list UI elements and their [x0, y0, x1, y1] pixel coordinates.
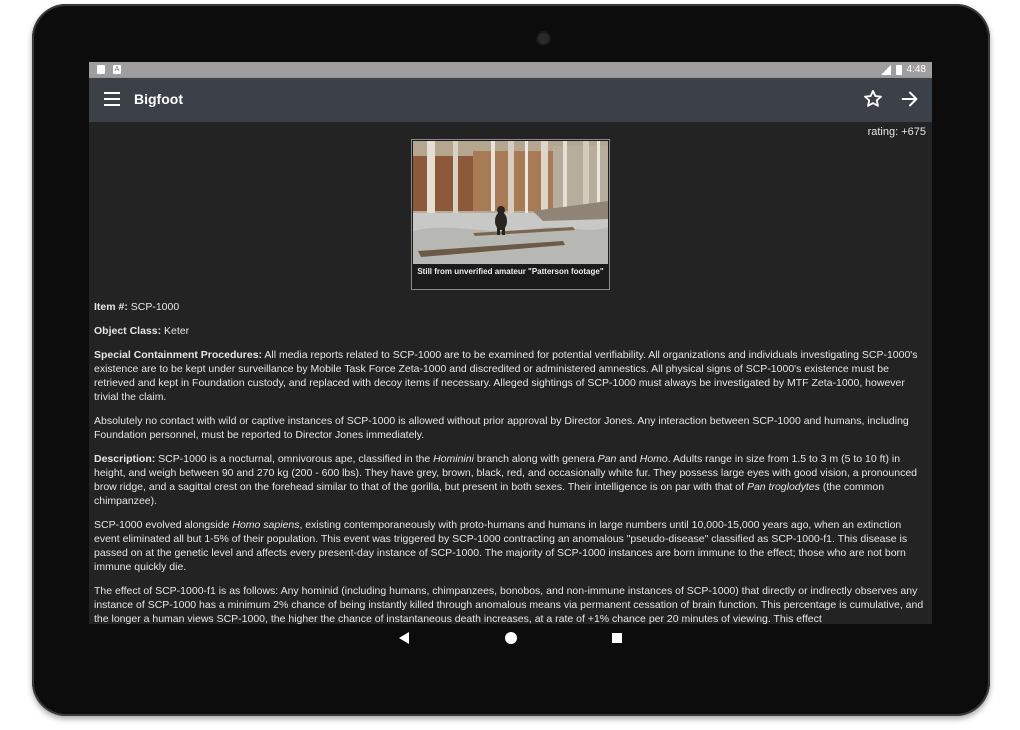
- device-screen: A 4:48 Bigfoot rating: +675 Still from u…: [89, 62, 932, 624]
- containment-procedures: Special Containment Procedures: All medi…: [94, 348, 927, 404]
- signal-icon: [880, 64, 891, 75]
- hominini-term: Hominini: [433, 453, 474, 465]
- object-class: Object Class: Keter: [94, 324, 927, 338]
- evolution-paragraph: SCP-1000 evolved alongside Homo sapiens,…: [94, 518, 927, 574]
- status-time: 4:48: [906, 64, 926, 75]
- nav-recents-icon[interactable]: [612, 633, 622, 643]
- front-camera: [538, 33, 549, 44]
- figure-caption: Still from unverified amateur "Patterson…: [417, 267, 604, 276]
- page-title: Bigfoot: [134, 91, 183, 107]
- article-figure: Still from unverified amateur "Patterson…: [411, 139, 610, 290]
- description-text-2: branch along with genera: [473, 453, 598, 465]
- app-bar: Bigfoot: [89, 78, 932, 122]
- item-number-value: SCP-1000: [127, 301, 180, 313]
- containment-label: Special Containment Procedures:: [94, 349, 263, 361]
- status-bar: A 4:48: [89, 62, 932, 78]
- homo-sapiens-term: Homo sapiens: [232, 519, 300, 531]
- object-class-label: Object Class:: [94, 325, 162, 337]
- pan-term: Pan: [597, 453, 617, 465]
- star-outline-icon[interactable]: [862, 88, 884, 110]
- rating-label: rating: +675: [867, 126, 926, 138]
- description-text-3: and: [616, 453, 640, 465]
- system-nav-bar: [89, 624, 932, 654]
- item-number: Item #: SCP-1000: [94, 300, 927, 314]
- bigfoot-photo[interactable]: [413, 141, 608, 264]
- menu-icon[interactable]: [104, 92, 120, 106]
- article-content[interactable]: rating: +675 Still from unverified amate…: [89, 122, 932, 624]
- item-number-label: Item #:: [94, 301, 128, 313]
- contact-paragraph: Absolutely no contact with wild or capti…: [94, 415, 909, 441]
- nav-back-icon[interactable]: [399, 632, 409, 644]
- description: Description: SCP-1000 is a nocturnal, om…: [94, 452, 927, 508]
- homo-term: Homo: [639, 453, 668, 465]
- notification-icon: [97, 65, 105, 74]
- article-body: Item #: SCP-1000 Object Class: Keter Spe…: [94, 300, 927, 624]
- evolution-text-1: SCP-1000 evolved alongside: [94, 519, 233, 531]
- description-text-1: SCP-1000 is a nocturnal, omnivorous ape,…: [155, 453, 434, 465]
- arrow-forward-icon[interactable]: [899, 88, 921, 110]
- battery-icon: [895, 64, 902, 75]
- effect-paragraph: The effect of SCP-1000-f1 is as follows:…: [94, 585, 924, 624]
- object-class-value: Keter: [161, 325, 190, 337]
- nav-home-icon[interactable]: [505, 632, 517, 644]
- pan-troglodytes-term: Pan troglodytes: [746, 481, 820, 493]
- notification-a-icon: A: [113, 65, 121, 74]
- description-label: Description:: [94, 453, 156, 465]
